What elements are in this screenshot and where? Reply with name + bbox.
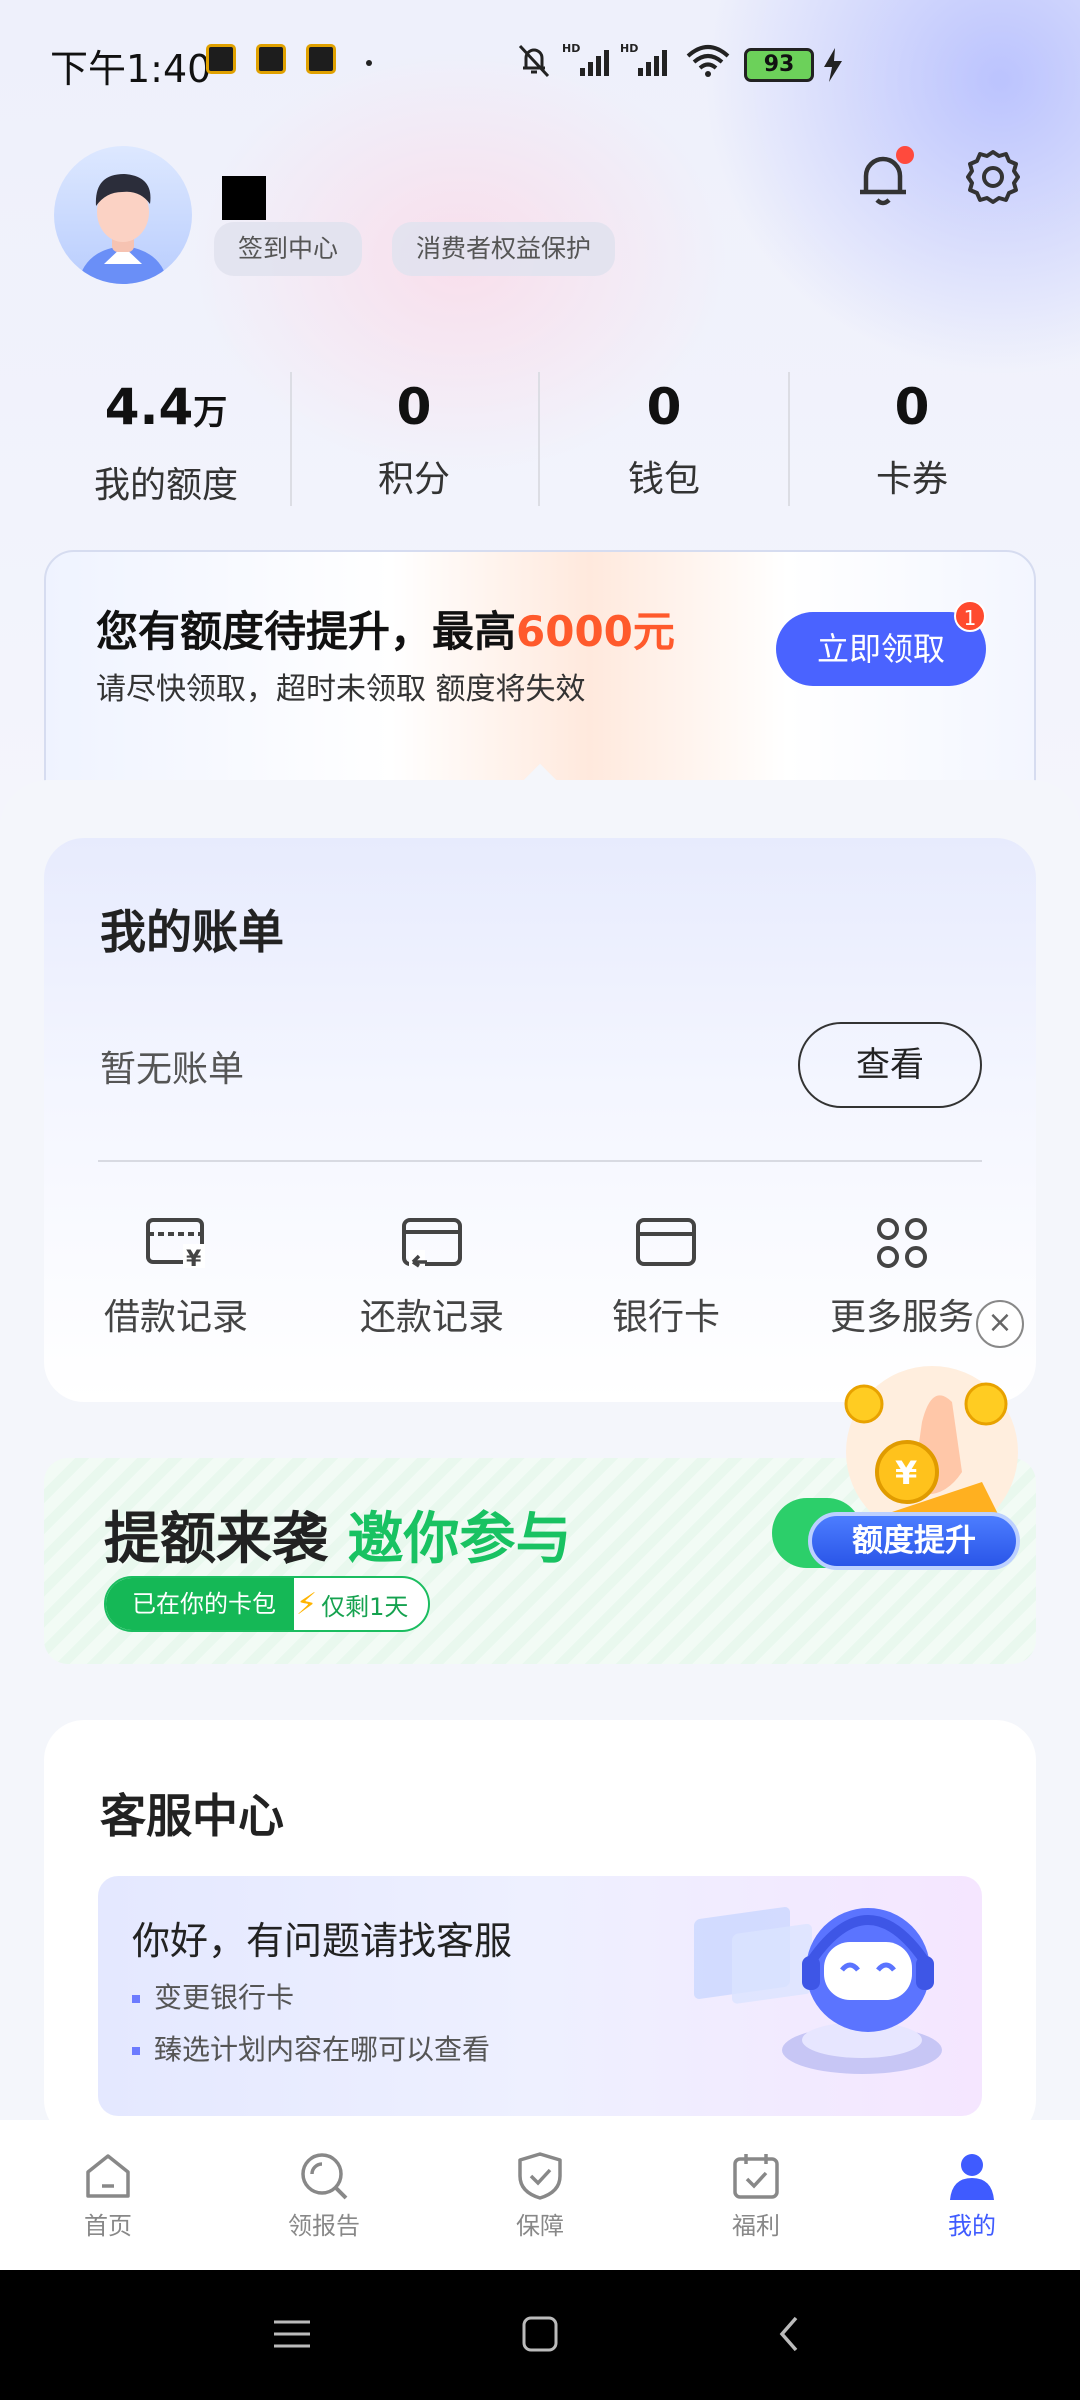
more-notifications-dot	[366, 60, 372, 66]
battery-icon: 93	[744, 48, 814, 82]
stat-label: 钱包	[627, 459, 700, 500]
promo-title: 您有额度待提升，最高6000元	[96, 598, 675, 659]
home-square-icon[interactable]	[520, 2314, 560, 2354]
claim-badge: 1	[954, 600, 986, 632]
tab-label: 我的	[948, 2212, 996, 2240]
banner-title: 提额来袭 邀你参与	[104, 1494, 572, 1575]
bill-title: 我的账单	[100, 905, 284, 959]
stat-label: 卡券	[875, 459, 948, 500]
banner-title-green: 邀你参与	[347, 1507, 572, 1572]
bank-card-icon	[636, 1218, 696, 1266]
stat-value: 0	[894, 378, 930, 436]
promo-title-amount: 6000元	[516, 607, 675, 656]
svg-text:¥: ¥	[895, 1454, 917, 1492]
status-bar: 下午1:40 HD HD 93	[0, 0, 1080, 128]
signal-hd-icon: HD	[562, 42, 609, 76]
svg-text:HD: HD	[620, 42, 638, 55]
home-icon	[86, 2154, 130, 2198]
tab-label: 保障	[516, 2212, 564, 2240]
tab-label: 领报告	[288, 2212, 360, 2240]
service-label: 借款记录	[103, 1297, 248, 1338]
tab-label: 首页	[84, 2212, 132, 2240]
tab-mine[interactable]: 我的	[902, 2150, 1042, 2241]
app-notification-icon	[256, 44, 286, 74]
loan-record-icon: ¥	[146, 1218, 205, 1270]
tab-benefits[interactable]: 福利	[686, 2150, 826, 2241]
robot-assistant-icon	[694, 1907, 942, 2074]
calendar-check-icon	[733, 2154, 779, 2199]
stat-value: 0	[396, 378, 432, 436]
claim-now-button[interactable]: 立即领取	[776, 612, 986, 686]
banner-pill: 已在你的卡包 ⚡ 仅剩1天	[104, 1576, 431, 1632]
more-services-icon	[877, 1218, 927, 1268]
pill-left-text: 已在你的卡包	[106, 1578, 294, 1630]
banner-title-black: 提额来袭	[104, 1507, 328, 1572]
status-time: 下午1:40	[50, 47, 212, 91]
faq-item[interactable]: 变更银行卡	[132, 1976, 294, 2016]
pill-right-text: 仅剩1天	[321, 1592, 409, 1621]
service-repay-record[interactable]: 还款记录	[342, 1216, 522, 1340]
repay-record-icon	[402, 1218, 462, 1268]
stat-points[interactable]: 0 积分	[290, 372, 538, 502]
stat-coupons[interactable]: 0 卡券	[788, 372, 1036, 502]
credit-boost-button[interactable]: 额度提升	[808, 1512, 1020, 1570]
lightning-icon: ⚡	[296, 1586, 318, 1622]
notification-dot	[896, 146, 914, 164]
service-label: 还款记录	[359, 1297, 504, 1338]
service-loan-record[interactable]: ¥ 借款记录	[86, 1216, 266, 1340]
system-navigation-bar	[0, 2270, 1080, 2400]
promo-subtitle: 请尽快领取，超时未领取 额度将失效	[96, 672, 586, 707]
shield-check-icon	[518, 2152, 562, 2200]
consumer-protection-chip[interactable]: 消费者权益保护	[392, 222, 616, 276]
service-label: 银行卡	[611, 1297, 720, 1338]
customer-service-title: 客服中心	[100, 1789, 284, 1843]
tab-label: 福利	[732, 2212, 780, 2240]
user-name-redacted	[222, 176, 266, 220]
back-icon[interactable]	[770, 2314, 810, 2354]
tab-protection[interactable]: 保障	[470, 2150, 610, 2241]
wifi-icon	[686, 45, 730, 77]
stat-value: 0	[646, 378, 682, 436]
person-icon	[950, 2154, 994, 2200]
stat-wallet[interactable]: 0 钱包	[540, 372, 788, 502]
service-label: 更多服务	[829, 1297, 974, 1338]
stat-credit-limit[interactable]: 4.4万 我的额度	[42, 372, 290, 508]
avatar-image	[78, 174, 168, 284]
promo-title-prefix: 您有额度待提升，最高	[96, 607, 517, 656]
notification-muted-icon	[518, 44, 550, 78]
gear-icon[interactable]	[962, 146, 1024, 208]
view-bill-button[interactable]: 查看	[798, 1022, 982, 1108]
menu-icon[interactable]	[272, 2314, 312, 2354]
tab-home[interactable]: 首页	[38, 2150, 178, 2241]
stat-value: 4.4	[104, 378, 194, 436]
customer-service-greeting: 你好，有问题请找客服	[132, 1919, 513, 1963]
app-notification-icon	[206, 44, 236, 74]
svg-text:HD: HD	[562, 42, 580, 55]
no-bill-text: 暂无账单	[100, 1049, 245, 1090]
svg-text:¥: ¥	[186, 1247, 202, 1270]
stat-label: 我的额度	[93, 465, 238, 506]
close-icon[interactable]: ×	[976, 1300, 1024, 1348]
tab-report[interactable]: 领报告	[254, 2150, 394, 2241]
charging-icon	[824, 48, 842, 82]
stat-unit: 万	[193, 393, 228, 433]
service-bank-card[interactable]: 银行卡	[576, 1216, 756, 1340]
report-search-icon	[301, 2153, 348, 2200]
signal-hd-icon: HD	[620, 42, 667, 76]
avatar[interactable]	[54, 146, 192, 284]
service-more[interactable]: 更多服务	[812, 1216, 992, 1340]
faq-item[interactable]: 臻选计划内容在哪可以查看	[132, 2028, 490, 2068]
sign-in-center-chip[interactable]: 签到中心	[214, 222, 363, 276]
app-notification-icon	[306, 44, 336, 74]
divider	[98, 1160, 982, 1162]
stat-label: 积分	[377, 459, 450, 500]
